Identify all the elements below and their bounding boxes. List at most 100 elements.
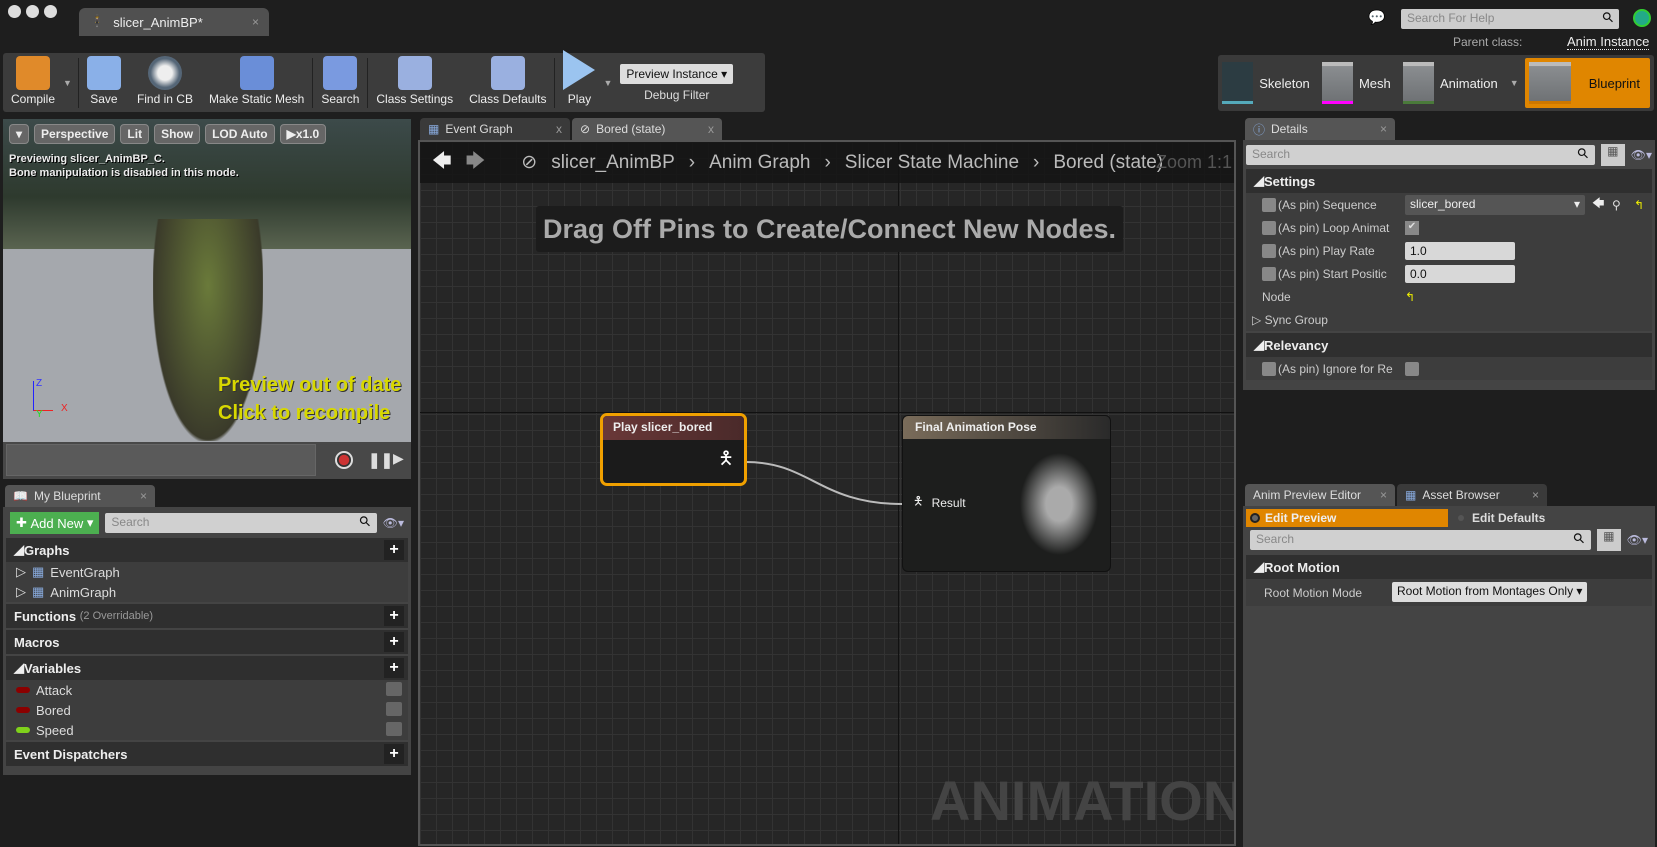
document-tab[interactable]: 🕴 slicer_AnimBP* ×: [79, 8, 269, 36]
parent-class-link[interactable]: Anim Instance: [1567, 34, 1650, 50]
graphs-section[interactable]: ◢ Graphs +: [6, 538, 408, 562]
lit-button[interactable]: Lit: [120, 124, 150, 144]
as-pin-checkbox[interactable]: [1262, 220, 1276, 235]
pose-wire[interactable]: [745, 461, 903, 505]
debug-object-select[interactable]: Preview Instance ▾: [620, 63, 734, 84]
close-tab-icon[interactable]: ×: [140, 489, 147, 503]
start-position-input[interactable]: 0.0: [1405, 264, 1515, 283]
reset-to-default-icon[interactable]: ↰: [1405, 290, 1415, 304]
record-button[interactable]: [335, 451, 353, 469]
tab-bored-state[interactable]: ⊘ Bored (state) x: [572, 118, 722, 140]
event-dispatchers-section[interactable]: Event Dispatchers +: [6, 742, 408, 766]
loop-animation-checkbox[interactable]: ✔: [1405, 220, 1419, 235]
close-tab-icon[interactable]: x: [556, 122, 562, 136]
view-options-icon[interactable]: 👁▾: [1627, 533, 1648, 547]
graph-canvas[interactable]: 🡄 🡆 ⊘ slicer_AnimBP › Anim Graph › Slicer …: [418, 140, 1236, 846]
view-options-icon[interactable]: 👁▾: [1631, 148, 1652, 162]
mesh-mode-button[interactable]: Mesh: [1359, 76, 1391, 91]
relevancy-section[interactable]: ◢ Relevancy: [1246, 333, 1652, 357]
add-graph-button[interactable]: +: [384, 540, 404, 560]
source-control-icon[interactable]: [1633, 9, 1651, 27]
add-macro-button[interactable]: +: [384, 632, 404, 652]
variable-item[interactable]: Attack: [6, 680, 408, 700]
animation-dropdown-icon[interactable]: ▼: [1510, 78, 1519, 88]
root-motion-mode-select[interactable]: Root Motion from Montages Only ▾: [1392, 582, 1588, 602]
property-matrix-icon[interactable]: ▦: [1600, 144, 1625, 166]
perspective-button[interactable]: Perspective: [34, 124, 116, 144]
view-options-icon[interactable]: 👁▾: [383, 516, 404, 530]
add-function-button[interactable]: +: [384, 606, 404, 626]
use-selected-arrow-icon[interactable]: 🡄: [1592, 194, 1604, 215]
settings-section[interactable]: ◢ Settings: [1246, 169, 1652, 193]
minimize-window-button[interactable]: [26, 5, 39, 18]
recompile-warning[interactable]: Preview out of date Click to recompile: [218, 371, 401, 427]
play-options-dropdown[interactable]: ▼: [603, 78, 612, 88]
play-sequence-node[interactable]: Play slicer_bored 🯅: [600, 413, 747, 486]
step-forward-button[interactable]: ▶: [393, 450, 404, 467]
add-dispatcher-button[interactable]: +: [384, 744, 404, 764]
save-button[interactable]: Save: [79, 53, 129, 112]
play-rate-input[interactable]: 1.0: [1405, 241, 1515, 260]
reset-to-default-icon[interactable]: ↰: [1634, 198, 1644, 212]
as-pin-checkbox[interactable]: [1262, 266, 1276, 281]
lod-button[interactable]: LOD Auto: [205, 124, 275, 144]
find-in-cb-button[interactable]: Find in CB: [129, 53, 201, 112]
functions-section[interactable]: Functions (2 Overridable) +: [6, 604, 408, 628]
edit-defaults-toggle[interactable]: Edit Defaults: [1448, 509, 1545, 527]
as-pin-checkbox[interactable]: [1262, 361, 1276, 376]
sync-group-property[interactable]: ▷ Sync Group: [1252, 308, 1652, 331]
as-pin-checkbox[interactable]: [1262, 243, 1276, 258]
variable-item[interactable]: Bored: [6, 700, 408, 720]
feedback-icon[interactable]: 💬: [1368, 9, 1385, 26]
search-button[interactable]: Search: [313, 53, 367, 112]
close-tab-icon[interactable]: ×: [1532, 488, 1539, 502]
details-search-input[interactable]: Search: [1246, 145, 1595, 165]
skeleton-mode-button[interactable]: Skeleton: [1259, 76, 1310, 91]
macros-section[interactable]: Macros +: [6, 630, 408, 654]
edit-preview-toggle[interactable]: Edit Preview: [1246, 509, 1448, 527]
preview-viewport[interactable]: ▾ Perspective Lit Show LOD Auto ▶ x1.0 P…: [3, 119, 411, 479]
class-settings-button[interactable]: Class Settings: [368, 53, 461, 112]
blueprint-mode-button[interactable]: Blueprint: [1524, 58, 1650, 108]
pose-output-pin[interactable]: 🯅: [718, 446, 734, 476]
property-matrix-icon[interactable]: ▦: [1596, 529, 1621, 551]
close-window-button[interactable]: [8, 5, 21, 18]
tab-my-blueprint[interactable]: 📖 My Blueprint ×: [5, 485, 155, 507]
maximize-window-button[interactable]: [44, 5, 57, 18]
animation-mode-button[interactable]: Animation: [1440, 76, 1498, 91]
visibility-toggle[interactable]: [386, 702, 402, 716]
add-variable-button[interactable]: +: [384, 658, 404, 678]
tab-details[interactable]: ⓘ Details ×: [1245, 118, 1395, 140]
root-motion-section[interactable]: ◢ Root Motion: [1246, 555, 1652, 579]
blueprint-search-input[interactable]: Search: [105, 513, 377, 533]
playback-speed-button[interactable]: ▶ x1.0: [279, 124, 327, 144]
tab-anim-preview-editor[interactable]: Anim Preview Editor ×: [1245, 484, 1395, 506]
play-button[interactable]: Play: [555, 50, 603, 112]
graph-item-animgraph[interactable]: ▷ ▦ AnimGraph: [6, 582, 408, 602]
close-tab-icon[interactable]: ×: [1380, 122, 1387, 136]
help-search-input[interactable]: Search For Help: [1401, 9, 1619, 29]
tab-asset-browser[interactable]: ▦ Asset Browser ×: [1397, 484, 1547, 506]
compile-button[interactable]: Compile: [3, 53, 63, 112]
visibility-toggle[interactable]: [386, 682, 402, 696]
viewport-options-button[interactable]: ▾: [9, 124, 30, 144]
close-tab-icon[interactable]: x: [708, 122, 714, 136]
anim-preview-search-input[interactable]: Search: [1250, 530, 1591, 550]
ignore-for-relevancy-checkbox[interactable]: [1405, 361, 1419, 376]
variable-item[interactable]: Speed: [6, 720, 408, 740]
browse-icon[interactable]: ⚲: [1612, 198, 1621, 212]
tab-event-graph[interactable]: ▦ Event Graph x: [420, 118, 570, 140]
variables-section[interactable]: ◢ Variables +: [6, 656, 408, 680]
make-static-mesh-button[interactable]: Make Static Mesh: [201, 53, 312, 112]
pause-button[interactable]: ❚❚: [368, 451, 393, 469]
sequence-select[interactable]: slicer_bored ▾: [1405, 195, 1585, 215]
graph-item-eventgraph[interactable]: ▷ ▦ EventGraph: [6, 562, 408, 582]
close-tab-icon[interactable]: ×: [252, 15, 259, 29]
final-animation-pose-node[interactable]: Final Animation Pose 🯅 Result: [902, 415, 1111, 572]
visibility-toggle[interactable]: [386, 722, 402, 736]
add-new-button[interactable]: ✚ Add New ▾: [10, 512, 100, 534]
compile-options-dropdown[interactable]: ▼: [63, 78, 72, 88]
as-pin-checkbox[interactable]: [1262, 197, 1276, 212]
show-button[interactable]: Show: [154, 124, 201, 144]
class-defaults-button[interactable]: Class Defaults: [461, 53, 554, 112]
